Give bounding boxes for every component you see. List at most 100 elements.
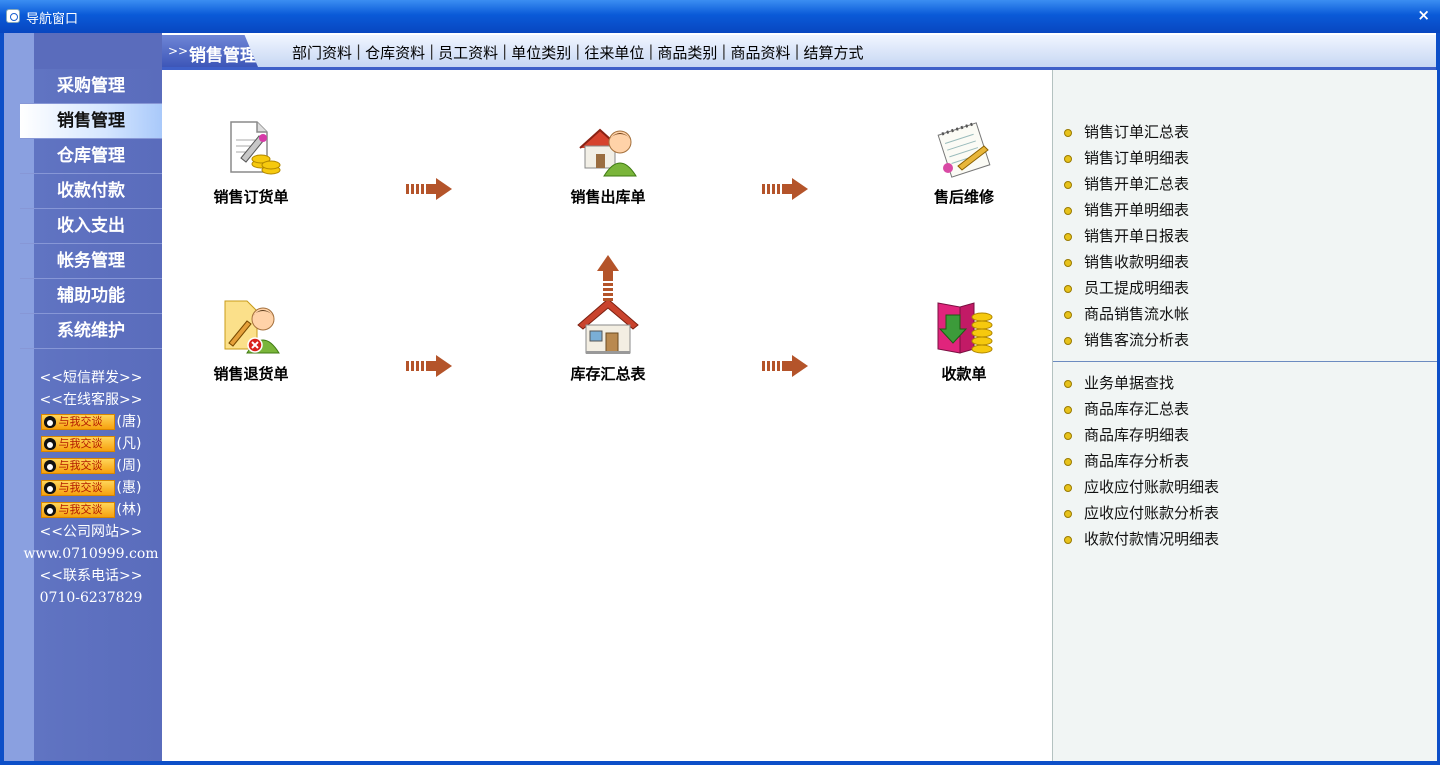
report-link[interactable]: 销售订单明细表 — [1053, 145, 1437, 171]
qq-contact-name: (惠) — [116, 480, 142, 496]
menu-item-auxiliary[interactable]: 辅助功能 — [20, 279, 162, 314]
report-link[interactable]: 商品库存汇总表 — [1053, 396, 1437, 422]
menu-item-income-expense[interactable]: 收入支出 — [20, 209, 162, 244]
link-unit-categories[interactable]: 单位类别 — [511, 42, 571, 63]
flow-arrow-up-icon — [597, 255, 619, 301]
report-link[interactable]: 销售收款明细表 — [1053, 249, 1437, 275]
link-partners[interactable]: 往来单位 — [584, 42, 644, 63]
qq-contact-name: (凡) — [116, 436, 142, 452]
qq-penguin-icon — [43, 482, 56, 494]
title-bar: 导航窗口 × — [0, 0, 1440, 33]
notepad-icon — [932, 118, 996, 180]
qq-contact[interactable]: 与我交谈 (林) — [20, 499, 162, 521]
report-link[interactable]: 商品库存明细表 — [1053, 422, 1437, 448]
link-settlement-methods[interactable]: 结算方式 — [804, 42, 864, 63]
report-link[interactable]: 应收应付账款明细表 — [1053, 474, 1437, 500]
menu-item-system[interactable]: 系统维护 — [20, 314, 162, 349]
link-products[interactable]: 商品资料 — [730, 42, 790, 63]
sidebar-links: <<短信群发>> <<在线客服>> 与我交谈 (唐) 与我交谈 (凡) 与我交谈 (周… — [20, 367, 162, 609]
sms-link[interactable]: <<短信群发>> — [20, 367, 162, 389]
report-link[interactable]: 收款付款情况明细表 — [1053, 526, 1437, 552]
user-return-icon — [219, 295, 283, 357]
menu-item-warehouse[interactable]: 仓库管理 — [20, 139, 162, 174]
node-sales-outbound[interactable]: 销售出库单 — [548, 118, 668, 207]
report-divider — [1053, 361, 1437, 362]
house-icon — [576, 295, 640, 357]
report-link[interactable]: 销售开单汇总表 — [1053, 171, 1437, 197]
node-sales-return[interactable]: 销售退货单 — [191, 295, 311, 384]
report-link[interactable]: 销售开单日报表 — [1053, 223, 1437, 249]
contact-phone: 0710-6237829 — [39, 590, 143, 606]
close-button[interactable]: × — [1417, 6, 1430, 24]
qq-contact[interactable]: 与我交谈 (周) — [20, 455, 162, 477]
document-coins-icon — [219, 118, 283, 180]
node-label: 库存汇总表 — [570, 365, 646, 383]
sidebar: 采购管理 销售管理 仓库管理 收款付款 收入支出 帐务管理 辅助功能 系统维护 … — [4, 33, 162, 761]
separator: | — [502, 42, 508, 60]
book-coins-icon — [932, 295, 996, 357]
report-link[interactable]: 商品销售流水帐 — [1053, 301, 1437, 327]
separator: | — [575, 42, 581, 60]
node-label: 销售退货单 — [213, 365, 289, 383]
node-sales-order[interactable]: 销售订货单 — [191, 118, 311, 207]
qq-contact-name: (唐) — [116, 414, 142, 430]
qq-chat-button[interactable]: 与我交谈 — [40, 502, 115, 518]
separator: | — [721, 42, 727, 60]
flow-arrow-right-icon — [406, 178, 452, 200]
app-icon — [6, 9, 20, 23]
module-menu: 采购管理 销售管理 仓库管理 收款付款 收入支出 帐务管理 辅助功能 系统维护 — [20, 69, 162, 349]
qq-contact-name: (周) — [116, 458, 142, 474]
report-link[interactable]: 应收应付账款分析表 — [1053, 500, 1437, 526]
sales-report-list: 销售订单汇总表 销售订单明细表 销售开单汇总表 销售开单明细表 销售开单日报表 … — [1053, 119, 1437, 353]
flow-arrow-right-icon — [406, 355, 452, 377]
link-departments[interactable]: 部门资料 — [292, 42, 352, 63]
report-link[interactable]: 业务单据查找 — [1053, 370, 1437, 396]
node-stock-summary[interactable]: 库存汇总表 — [548, 295, 668, 384]
menu-item-payments[interactable]: 收款付款 — [20, 174, 162, 209]
qq-contact-name: (林) — [116, 502, 142, 518]
node-label: 收款单 — [941, 365, 987, 383]
qq-contact[interactable]: 与我交谈 (凡) — [20, 433, 162, 455]
window-content: 采购管理 销售管理 仓库管理 收款付款 收入支出 帐务管理 辅助功能 系统维护 … — [4, 33, 1437, 761]
navigation-window: 导航窗口 × 采购管理 销售管理 仓库管理 收款付款 收入支出 帐务管理 辅助功… — [0, 0, 1440, 765]
report-link[interactable]: 商品库存分析表 — [1053, 448, 1437, 474]
node-label: 销售出库单 — [570, 188, 646, 206]
report-link[interactable]: 销售订单汇总表 — [1053, 119, 1437, 145]
node-receipt[interactable]: 收款单 — [904, 295, 1024, 384]
online-service-title: <<在线客服>> — [39, 392, 143, 408]
quick-links: 部门资料 | 仓库资料 | 员工资料 | 单位类别 | 往来单位 | 商品类别 | 商品资料… — [292, 42, 864, 63]
flow-arrow-right-icon — [762, 178, 808, 200]
qq-penguin-icon — [43, 438, 56, 450]
section-title: 销售管理 — [189, 46, 257, 66]
menu-item-purchase[interactable]: 采购管理 — [20, 69, 162, 104]
qq-penguin-icon — [43, 416, 56, 428]
link-employees[interactable]: 员工资料 — [438, 42, 498, 63]
separator: | — [794, 42, 800, 60]
qq-contact[interactable]: 与我交谈 (惠) — [20, 477, 162, 499]
qq-penguin-icon — [43, 460, 56, 472]
company-site-link[interactable]: www.0710999.com — [20, 543, 162, 565]
inventory-report-list: 业务单据查找 商品库存汇总表 商品库存明细表 商品库存分析表 应收应付账款明细表… — [1053, 370, 1437, 552]
menu-item-accounts[interactable]: 帐务管理 — [20, 244, 162, 279]
qq-chat-button[interactable]: 与我交谈 — [40, 436, 115, 452]
report-link[interactable]: 员工提成明细表 — [1053, 275, 1437, 301]
separator: | — [648, 42, 654, 60]
flow-arrow-right-icon — [762, 355, 808, 377]
link-product-categories[interactable]: 商品类别 — [657, 42, 717, 63]
link-warehouses[interactable]: 仓库资料 — [365, 42, 425, 63]
qq-chat-button[interactable]: 与我交谈 — [40, 480, 115, 496]
qq-contact[interactable]: 与我交谈 (唐) — [20, 411, 162, 433]
separator: | — [429, 42, 435, 60]
qq-chat-button[interactable]: 与我交谈 — [40, 458, 115, 474]
menu-item-sales[interactable]: 销售管理 — [20, 104, 162, 139]
qq-penguin-icon — [43, 504, 56, 516]
user-house-icon — [576, 118, 640, 180]
report-link[interactable]: 销售开单明细表 — [1053, 197, 1437, 223]
node-label: 售后维修 — [933, 188, 994, 206]
company-site-title: <<公司网站>> — [39, 524, 143, 540]
node-label: 销售订货单 — [213, 188, 289, 206]
contact-phone-title: <<联系电话>> — [39, 568, 143, 584]
node-after-sales[interactable]: 售后维修 — [904, 118, 1024, 207]
qq-chat-button[interactable]: 与我交谈 — [40, 414, 115, 430]
report-link[interactable]: 销售客流分析表 — [1053, 327, 1437, 353]
